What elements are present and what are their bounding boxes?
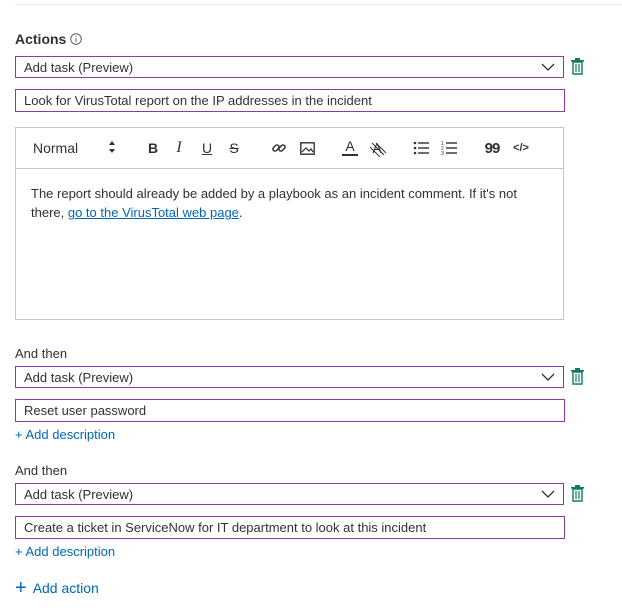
- task-title-value: Create a ticket in ServiceNow for IT dep…: [24, 520, 427, 535]
- numbered-list-icon[interactable]: 1 2 3: [440, 138, 458, 158]
- delete-icon[interactable]: [570, 485, 585, 502]
- chevron-down-icon: [541, 490, 555, 498]
- task-type-select-1[interactable]: Add task (Preview): [15, 56, 564, 78]
- chevron-down-icon: [541, 373, 555, 381]
- underline-icon[interactable]: U: [199, 138, 215, 158]
- link-icon[interactable]: [270, 138, 288, 158]
- editor-toolbar: Normal B I U S A A: [16, 128, 563, 169]
- task-type-select-3[interactable]: Add task (Preview): [15, 483, 564, 505]
- code-icon[interactable]: </>: [510, 138, 532, 158]
- task-type-select-value: Add task (Preview): [24, 486, 134, 502]
- delete-icon[interactable]: [570, 368, 585, 385]
- editor-content[interactable]: The report should already be added by a …: [16, 169, 563, 222]
- chevron-down-icon: [541, 63, 555, 71]
- image-icon[interactable]: [298, 138, 316, 158]
- paragraph-format-value: Normal: [33, 140, 79, 156]
- font-color-icon[interactable]: A: [342, 138, 358, 156]
- italic-icon[interactable]: I: [171, 138, 187, 158]
- actions-heading: Actions: [15, 31, 83, 47]
- and-then-label-2: And then: [15, 346, 68, 361]
- task-title-value: Reset user password: [24, 403, 147, 418]
- virustotal-link[interactable]: go to the VirusTotal web page: [68, 205, 239, 220]
- add-description-link-3[interactable]: + Add description: [15, 544, 115, 559]
- task-title-input-1[interactable]: Look for VirusTotal report on the IP add…: [15, 89, 565, 112]
- task-title-input-3[interactable]: Create a ticket in ServiceNow for IT dep…: [15, 516, 565, 539]
- bold-icon[interactable]: B: [145, 138, 161, 158]
- add-description-link-2[interactable]: + Add description: [15, 427, 115, 442]
- plus-icon: +: [15, 577, 27, 599]
- and-then-label-3: And then: [15, 463, 68, 478]
- delete-icon[interactable]: [570, 58, 585, 75]
- task-type-select-value: Add task (Preview): [24, 369, 134, 385]
- actions-title: Actions: [15, 31, 67, 47]
- quote-icon[interactable]: 99: [483, 138, 501, 158]
- add-action-label: Add action: [32, 580, 99, 596]
- top-divider: [15, 4, 622, 5]
- task-description-editor[interactable]: Normal B I U S A A: [15, 127, 564, 320]
- strikethrough-icon[interactable]: S: [226, 138, 242, 158]
- bullet-list-icon[interactable]: [412, 138, 430, 158]
- editor-body-end: .: [238, 205, 243, 220]
- select-arrows-icon: [109, 141, 115, 153]
- svg-text:3: 3: [441, 151, 444, 156]
- task-title-input-2[interactable]: Reset user password: [15, 399, 565, 422]
- task-type-select-value: Add task (Preview): [24, 59, 134, 75]
- info-icon[interactable]: [70, 33, 83, 45]
- highlight-icon[interactable]: A: [369, 138, 387, 158]
- add-action-button[interactable]: + Add action: [15, 577, 99, 599]
- task-type-select-2[interactable]: Add task (Preview): [15, 366, 564, 388]
- task-title-value: Look for VirusTotal report on the IP add…: [24, 93, 372, 108]
